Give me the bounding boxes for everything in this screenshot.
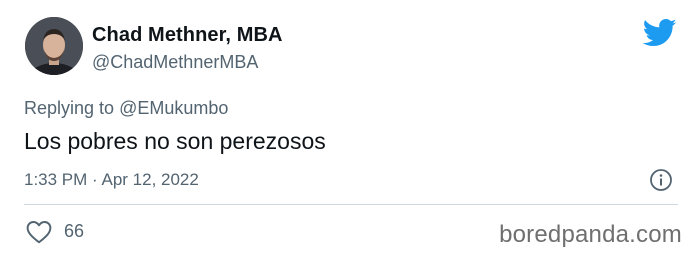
info-icon[interactable] (649, 168, 673, 192)
twitter-bird-icon[interactable] (643, 18, 677, 48)
reply-context: Replying to @EMukumbo (24, 96, 228, 120)
tweet-card: Chad Methner, MBA @ChadMethnerMBA Replyi… (0, 0, 700, 257)
avatar[interactable] (25, 17, 83, 75)
divider (24, 204, 678, 205)
author-display-name[interactable]: Chad Methner, MBA (92, 22, 283, 48)
heart-icon[interactable] (26, 220, 52, 244)
author-handle[interactable]: @ChadMethnerMBA (92, 50, 258, 74)
tweet-text: Los pobres no son perezosos (24, 128, 326, 154)
like-count: 66 (64, 221, 85, 241)
reply-mention-link[interactable]: @EMukumbo (119, 98, 228, 118)
tweet-timestamp[interactable]: 1:33 PM · Apr 12, 2022 (24, 168, 199, 192)
watermark: boredpanda.com (499, 221, 682, 248)
reply-prefix: Replying to (24, 98, 115, 118)
